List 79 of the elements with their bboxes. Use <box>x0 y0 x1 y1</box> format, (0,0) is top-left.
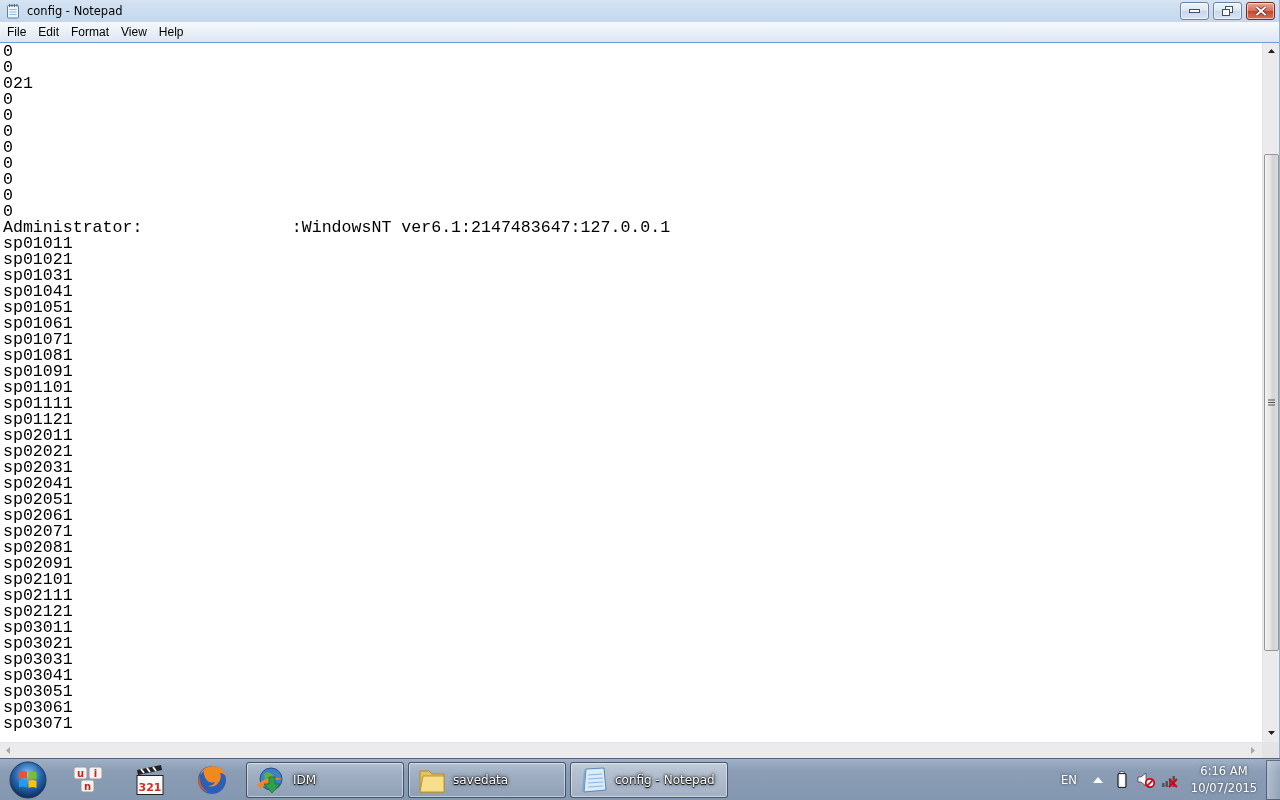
text-line: sp01091 <box>3 364 73 380</box>
text-line: sp01031 <box>3 268 73 284</box>
text-line: sp01101 <box>3 380 73 396</box>
vertical-scrollbar[interactable] <box>1262 43 1279 742</box>
text-line: sp02071 <box>3 524 73 540</box>
text-line: sp02051 <box>3 492 73 508</box>
text-line: sp03061 <box>3 700 73 716</box>
text-line: sp01061 <box>3 316 73 332</box>
minimize-button[interactable] <box>1180 2 1209 20</box>
menu-item[interactable]: Edit <box>32 23 66 41</box>
restore-button[interactable] <box>1213 2 1242 20</box>
scrollbar-corner <box>1262 742 1279 758</box>
text-line: sp02111 <box>3 588 73 604</box>
horizontal-scrollbar[interactable] <box>0 742 1262 758</box>
text-line: 021 <box>3 76 33 92</box>
caret-left-icon <box>4 746 13 755</box>
text-line: 0 <box>3 124 13 140</box>
window-title: config - Notepad <box>27 3 124 19</box>
text-line: 0 <box>3 60 13 76</box>
language-indicator[interactable]: EN <box>1054 772 1084 787</box>
text-line: sp03071 <box>3 716 73 732</box>
text-line: sp01041 <box>3 284 73 300</box>
text-line: sp03031 <box>3 652 73 668</box>
caret-down-icon <box>1266 729 1276 738</box>
menu-item[interactable]: File <box>1 23 33 41</box>
text-line: sp02101 <box>3 572 73 588</box>
globe-icon <box>196 763 228 796</box>
text-line-part: Administrator: <box>3 220 143 236</box>
restore-icon <box>1222 6 1233 16</box>
notepad-icon <box>5 3 21 19</box>
text-line: sp02021 <box>3 444 73 460</box>
text-line: 0 <box>3 172 13 188</box>
text-line: sp02011 <box>3 428 73 444</box>
text-line: sp01081 <box>3 348 73 364</box>
orb-icon <box>9 760 47 799</box>
menu-item[interactable]: Help <box>152 23 190 41</box>
menu-item[interactable]: Format <box>65 23 116 41</box>
text-line: 0 <box>3 204 13 220</box>
battery-icon[interactable] <box>1117 771 1127 788</box>
pinned-app-button[interactable]: u i n <box>58 760 118 799</box>
text-line: sp01051 <box>3 300 73 316</box>
text-line: sp03021 <box>3 636 73 652</box>
speaker-muted-icon[interactable] <box>1137 771 1155 788</box>
text-line: 0 <box>3 156 13 172</box>
text-line: 0 <box>3 188 13 204</box>
text-line: sp01011 <box>3 236 73 252</box>
text-line: sp02041 <box>3 476 73 492</box>
grip-icon <box>1267 399 1275 406</box>
pinned-app-button[interactable]: 321 <box>120 760 180 799</box>
text-line: sp02081 <box>3 540 73 556</box>
caret-right-icon <box>1249 746 1258 755</box>
caret-up-icon <box>1266 47 1276 56</box>
notepad-icon <box>579 764 609 795</box>
text-line: 0 <box>3 44 13 60</box>
minimize-icon <box>1189 9 1200 13</box>
menu-item[interactable]: View <box>115 23 153 41</box>
text-line: sp02061 <box>3 508 73 524</box>
scrollbar-thumb[interactable] <box>1263 154 1279 651</box>
close-icon <box>1254 6 1267 16</box>
text-line: 0 <box>3 140 13 156</box>
text-line: sp01021 <box>3 252 73 268</box>
clock-date[interactable]: 10/07/2015 <box>1190 779 1258 797</box>
text-line: sp03041 <box>3 668 73 684</box>
text-line: sp02121 <box>3 604 73 620</box>
text-line: sp03011 <box>3 620 73 636</box>
close-button[interactable] <box>1246 2 1275 20</box>
text-line: sp02091 <box>3 556 73 572</box>
text-line: 0 <box>3 92 13 108</box>
triangle-up-icon <box>1093 776 1103 783</box>
text-line: sp01111 <box>3 396 73 412</box>
text-line: sp01071 <box>3 332 73 348</box>
text-line: sp01121 <box>3 412 73 428</box>
text-line: sp02031 <box>3 460 73 476</box>
clock-time[interactable]: 6:16 AM <box>1200 762 1248 780</box>
text-line-part: :WindowsNT ver6.1:2147483647:127.0.0.1 <box>291 220 671 236</box>
text-line: 0 <box>3 108 13 124</box>
start-button[interactable] <box>8 759 48 800</box>
text-line: sp03051 <box>3 684 73 700</box>
show-desktop-button[interactable] <box>1266 759 1280 800</box>
